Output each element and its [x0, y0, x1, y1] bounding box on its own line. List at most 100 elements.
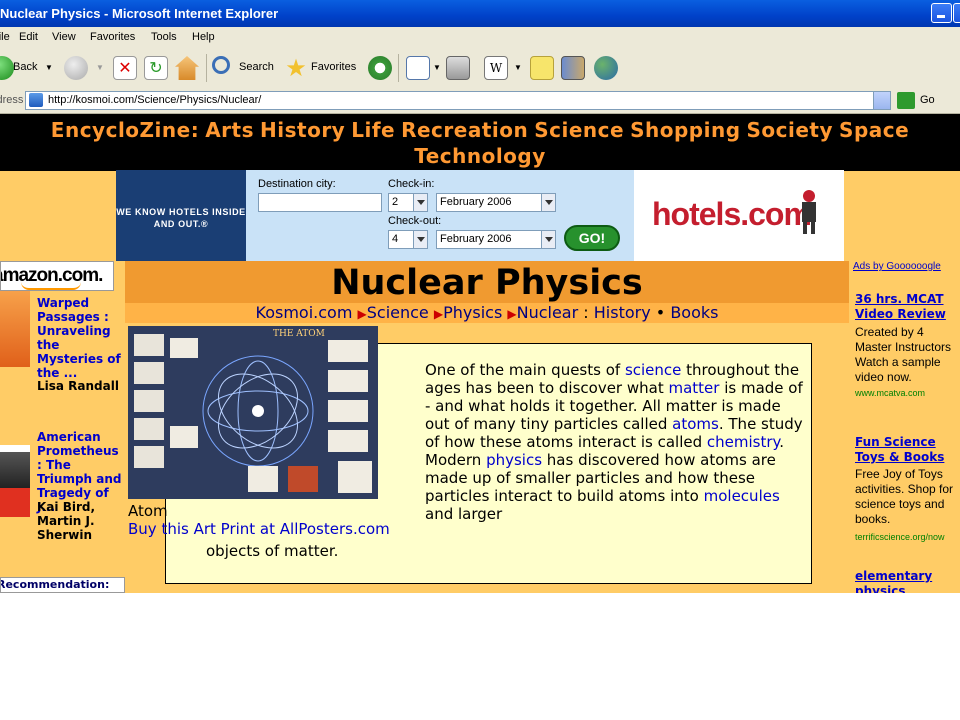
- breadcrumb-history[interactable]: History: [594, 303, 651, 322]
- chevron-down-icon[interactable]: [413, 231, 427, 248]
- ad-title[interactable]: 36 hrs. MCAT Video Review: [855, 292, 960, 322]
- print-icon[interactable]: [446, 56, 470, 80]
- nav-arts[interactable]: Arts: [205, 118, 254, 142]
- link-atoms[interactable]: atoms: [672, 415, 719, 433]
- web-page: EncycloZine: Arts History Life Recreation Sci…: [0, 114, 960, 593]
- nav-space[interactable]: Space: [839, 118, 909, 142]
- chevron-down-icon[interactable]: [541, 231, 555, 248]
- link-chemistry[interactable]: chemistry: [707, 433, 779, 451]
- book-title[interactable]: Warped Passages : Unraveling the Mysteri…: [37, 296, 125, 380]
- nav-life[interactable]: Life: [351, 118, 395, 142]
- hotels-logo[interactable]: hotels.com: [652, 196, 812, 233]
- menu-edit[interactable]: Edit: [19, 27, 38, 48]
- arrow-right-icon: ▶: [507, 307, 517, 321]
- ad-url[interactable]: terrificscience.org/now: [855, 532, 945, 542]
- nav-history[interactable]: History: [260, 118, 345, 142]
- minimize-button[interactable]: [931, 3, 952, 23]
- nav-shopping[interactable]: Shopping: [630, 118, 740, 142]
- address-dropdown-icon[interactable]: [873, 92, 890, 109]
- address-label: Address: [0, 94, 24, 106]
- refresh-icon[interactable]: ↻: [144, 56, 168, 80]
- link-molecules[interactable]: molecules: [704, 487, 780, 505]
- body-text-tail: objects of matter.: [206, 542, 339, 560]
- book-cover-american-prometheus[interactable]: [0, 445, 30, 517]
- menu-help[interactable]: Help: [192, 27, 215, 48]
- stop-icon[interactable]: ✕: [113, 56, 137, 80]
- menu-bar: File Edit View Favorites Tools Help: [0, 27, 960, 49]
- search-icon[interactable]: [212, 56, 230, 74]
- edit-word-icon[interactable]: W: [484, 56, 508, 80]
- atom-poster-image: THE ATOM: [128, 326, 378, 499]
- history-icon[interactable]: [368, 56, 392, 80]
- back-dropdown-icon[interactable]: ▼: [45, 63, 53, 72]
- book-author: Kai Bird, Martin J. Sherwin: [37, 500, 96, 542]
- menu-file[interactable]: File: [0, 27, 10, 48]
- chevron-down-icon[interactable]: [541, 194, 555, 211]
- go-arrow-icon[interactable]: [897, 92, 915, 109]
- forward-dropdown-icon[interactable]: ▼: [96, 63, 104, 72]
- nav-recreation[interactable]: Recreation: [401, 118, 528, 142]
- nav-science[interactable]: Science: [534, 118, 624, 142]
- checkin-month-select[interactable]: February 2006: [436, 193, 556, 212]
- nav-society[interactable]: Society: [747, 118, 834, 142]
- breadcrumb-books[interactable]: Books: [670, 303, 718, 322]
- hotels-logo-panel[interactable]: hotels.com: [634, 170, 844, 261]
- checkout-month-select[interactable]: February 2006: [436, 230, 556, 249]
- home-icon[interactable]: [175, 56, 199, 80]
- checkout-day-value: 4: [392, 233, 399, 245]
- poster-title: THE ATOM: [273, 329, 325, 339]
- breadcrumb-science[interactable]: Science: [367, 303, 429, 322]
- link-science[interactable]: science: [625, 361, 681, 379]
- link-matter[interactable]: matter: [668, 379, 719, 397]
- ad-title[interactable]: elementary physics: [855, 569, 960, 593]
- research-icon[interactable]: [561, 56, 585, 80]
- ad-description: Free Joy of Toys activities. Shop for sc…: [855, 467, 954, 526]
- mail-icon[interactable]: [406, 56, 430, 80]
- forward-arrow-icon[interactable]: [64, 56, 88, 80]
- breadcrumb-nuclear[interactable]: Nuclear: [517, 303, 579, 322]
- search-label[interactable]: Search: [239, 61, 274, 73]
- bullet-icon: •: [655, 303, 666, 322]
- mail-dropdown-icon[interactable]: ▼: [433, 63, 441, 72]
- ads-by-google-link[interactable]: Ads by Goooooogle: [853, 261, 941, 272]
- chevron-down-icon[interactable]: [413, 194, 427, 211]
- menu-favorites[interactable]: Favorites: [90, 27, 135, 48]
- address-field[interactable]: http://kosmoi.com/Science/Physics/Nuclea…: [25, 91, 891, 110]
- breadcrumb: Kosmoi.com ▶Science ▶Physics ▶Nuclear : …: [125, 303, 849, 324]
- ad-url[interactable]: www.mcatva.com: [855, 388, 925, 398]
- amazon-logo[interactable]: amazon.com.: [0, 261, 114, 291]
- maximize-button[interactable]: [953, 3, 960, 23]
- edit-dropdown-icon[interactable]: ▼: [514, 63, 522, 72]
- breadcrumb-home[interactable]: Kosmoi.com: [256, 303, 353, 322]
- checkin-day-select[interactable]: 2: [388, 193, 428, 212]
- back-arrow-icon[interactable]: [0, 56, 14, 80]
- checkout-month-value: February 2006: [440, 233, 512, 245]
- discuss-icon[interactable]: [530, 56, 554, 80]
- hotels-slogan: WE KNOW HOTELS INSIDE AND OUT.®: [116, 207, 246, 229]
- nav-technology[interactable]: Technology: [414, 144, 546, 168]
- link-physics[interactable]: physics: [486, 451, 542, 469]
- ad-title[interactable]: Fun Science Toys & Books: [855, 435, 960, 465]
- checkout-day-select[interactable]: 4: [388, 230, 428, 249]
- menu-view[interactable]: View: [52, 27, 76, 48]
- book-cover-warped-passages[interactable]: [0, 291, 30, 367]
- hotels-ad-banner[interactable]: WE KNOW HOTELS INSIDE AND OUT.® Destinat…: [116, 170, 844, 261]
- back-label[interactable]: Back: [13, 61, 37, 73]
- toolbar: Back ▼ ▼ ✕ ↻ Search ★ Favorites ▼ W ▼: [0, 48, 960, 90]
- address-url[interactable]: http://kosmoi.com/Science/Physics/Nuclea…: [48, 94, 261, 106]
- art-caption: Atom: [128, 502, 168, 520]
- breadcrumb-physics[interactable]: Physics: [443, 303, 502, 322]
- buy-art-link[interactable]: Buy this Art Print at AllPosters.com: [128, 520, 390, 538]
- go-label[interactable]: Go: [920, 94, 935, 106]
- recommendation-text: Recommendation:: [0, 578, 110, 591]
- hotels-go-button[interactable]: GO!: [564, 225, 620, 251]
- menu-tools[interactable]: Tools: [151, 27, 177, 48]
- atom-art-print[interactable]: THE ATOM: [128, 326, 378, 499]
- site-name[interactable]: EncycloZine:: [51, 118, 199, 142]
- destination-label: Destination city:: [258, 178, 336, 190]
- destination-input[interactable]: [258, 193, 382, 212]
- messenger-icon[interactable]: [594, 56, 618, 80]
- body-text: One of the main quests of: [425, 361, 625, 379]
- favorites-label[interactable]: Favorites: [311, 61, 356, 73]
- favorites-star-icon[interactable]: ★: [284, 56, 308, 80]
